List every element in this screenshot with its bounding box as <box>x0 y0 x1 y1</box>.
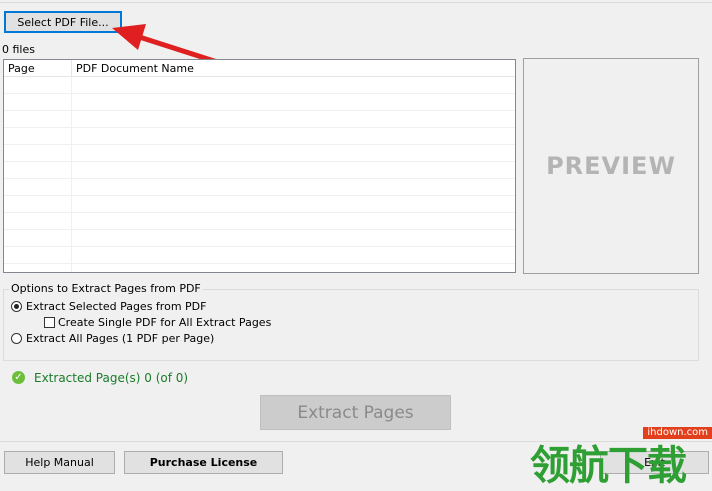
options-group-title: Options to Extract Pages from PDF <box>9 282 203 295</box>
column-header-page[interactable]: Page <box>8 62 35 75</box>
purchase-license-button[interactable]: Purchase License <box>124 451 283 474</box>
files-count: 0 files <box>2 43 35 56</box>
column-gridline <box>71 77 72 272</box>
pdf-file-list[interactable]: Page PDF Document Name <box>3 59 516 273</box>
watermark-text: 领航下载 <box>530 443 687 489</box>
purchase-license-label: Purchase License <box>149 456 258 469</box>
extract-status: Extracted Page(s) 0 (of 0) <box>34 371 189 385</box>
radio-button[interactable] <box>11 301 22 312</box>
check-icon: ✓ <box>12 371 25 384</box>
row-gridline <box>4 110 515 111</box>
preview-label: PREVIEW <box>546 152 676 180</box>
row-gridline <box>4 195 515 196</box>
row-gridline <box>4 93 515 94</box>
single-pdf-checkbox-label[interactable]: Create Single PDF for All Extract Pages <box>58 316 271 329</box>
row-gridline <box>4 263 515 264</box>
row-gridline <box>4 229 515 230</box>
radio-extract-selected-label[interactable]: Extract Selected Pages from PDF <box>26 300 206 313</box>
radio-extract-all-label[interactable]: Extract All Pages (1 PDF per Page) <box>26 332 214 345</box>
column-separator[interactable] <box>71 60 72 76</box>
preview-panel: PREVIEW <box>523 58 699 274</box>
row-gridline <box>4 127 515 128</box>
help-manual-button[interactable]: Help Manual <box>4 451 115 474</box>
row-gridline <box>4 212 515 213</box>
extract-pages-label: Extract Pages <box>297 402 414 423</box>
radio-extract-all[interactable] <box>11 333 22 344</box>
select-pdf-label: Select PDF File... <box>17 15 109 29</box>
watermark: ihdown.com 领航下载 <box>528 425 712 489</box>
top-divider <box>0 2 712 3</box>
single-pdf-checkbox[interactable] <box>44 317 55 328</box>
help-manual-label: Help Manual <box>25 456 94 469</box>
row-gridline <box>4 246 515 247</box>
radio-extract-selected[interactable] <box>11 301 22 312</box>
column-header-document-name[interactable]: PDF Document Name <box>76 62 194 75</box>
row-gridline <box>4 178 515 179</box>
list-header: Page PDF Document Name <box>4 60 515 77</box>
extract-pages-button[interactable]: Extract Pages <box>260 395 451 430</box>
row-gridline <box>4 144 515 145</box>
row-gridline <box>4 161 515 162</box>
